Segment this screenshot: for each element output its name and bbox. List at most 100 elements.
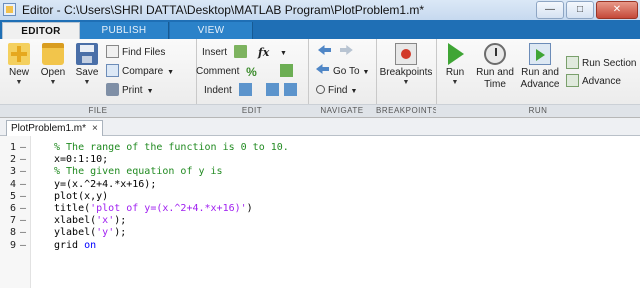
breakpoint-marker[interactable]: –	[20, 142, 26, 154]
run-section-label-bar: RUN	[436, 104, 640, 117]
insert-button[interactable]: Insert	[202, 44, 250, 61]
minimize-button[interactable]: —	[536, 1, 564, 19]
line-number: 2	[9, 154, 16, 166]
code-line[interactable]: 2– x=0:1:10;	[0, 154, 640, 166]
find-button[interactable]: Find ▼	[316, 83, 357, 99]
code-text: plot(x,y)	[54, 191, 108, 203]
save-button[interactable]: Save ▼	[70, 43, 104, 103]
line-number: 4	[9, 178, 16, 190]
chevron-down-icon: ▼	[350, 88, 358, 95]
code-line[interactable]: 1– % The range of the function is 0 to 10…	[0, 142, 640, 154]
back-forward-buttons[interactable]	[318, 45, 353, 61]
file-section-label: FILE	[0, 104, 196, 117]
advance-label: Advance	[582, 76, 621, 87]
code-text: ylabel('y');	[54, 227, 126, 239]
line-number: 5	[9, 190, 16, 202]
code-line[interactable]: 4– y=(x.^2+4.*x+16);	[0, 179, 640, 191]
tab-publish[interactable]: PUBLISH	[80, 22, 169, 39]
code-line[interactable]: 6– title('plot of y=(x.^2+4.*x+16)')	[0, 203, 640, 215]
advance-button[interactable]: Advance	[566, 73, 621, 90]
breakpoint-marker[interactable]: –	[20, 240, 26, 252]
breakpoint-marker[interactable]: –	[20, 191, 26, 203]
compare-button[interactable]: Compare ▼	[106, 63, 175, 80]
indent-label: Indent	[204, 85, 232, 96]
advance-icon	[566, 73, 579, 87]
code-comment: % The range of the function is 0 to 10.	[54, 142, 289, 153]
run-and-time-button[interactable]: Run and Time	[474, 43, 516, 103]
compare-icon	[106, 63, 119, 77]
code-line[interactable]: 5– plot(x,y)	[0, 191, 640, 203]
code-line[interactable]: 7– xlabel('x');	[0, 215, 640, 227]
magnifier-icon	[316, 84, 325, 94]
run-and-advance-label-1: Run and	[521, 67, 559, 78]
code-token: plot(x,y)	[54, 190, 109, 202]
edit-section-label: EDIT	[196, 104, 308, 117]
maximize-button[interactable]: □	[566, 1, 594, 19]
code-token: );	[114, 215, 127, 227]
find-files-label: Find Files	[122, 47, 166, 58]
print-button[interactable]: Print ▼	[106, 82, 154, 99]
code-text: grid on	[54, 240, 96, 252]
comment-label: Comment	[196, 66, 240, 77]
code-text: % The range of the function is 0 to 10.	[54, 142, 289, 154]
close-button[interactable]: ✕	[596, 1, 638, 19]
breakpoints-label: Breakpoints	[379, 67, 433, 78]
chevron-down-icon: ▼	[167, 69, 175, 76]
document-tab-label: PlotProblem1.m*	[11, 123, 87, 134]
run-section-button[interactable]: Run Section	[566, 55, 636, 72]
insert-options-button[interactable]: ▼	[280, 45, 287, 61]
code-token: )	[246, 203, 253, 214]
line-number: 3	[9, 166, 16, 178]
navigate-section-label: NAVIGATE	[308, 104, 376, 117]
breakpoints-section: Breakpoints ▼ BREAKPOINTS	[376, 39, 439, 117]
new-file-icon	[8, 43, 30, 65]
indent-button[interactable]: Indent	[204, 82, 255, 99]
find-files-icon	[106, 44, 119, 58]
uncomment-button[interactable]	[280, 63, 296, 80]
ribbon-tab-bar: EDITOR PUBLISH VIEW	[0, 20, 640, 40]
run-and-advance-button[interactable]: Run and Advance	[518, 43, 562, 103]
tab-editor[interactable]: EDITOR	[2, 22, 80, 40]
breakpoint-marker[interactable]: –	[20, 166, 26, 178]
go-to-label: Go To	[333, 66, 360, 77]
code-string: 'plot of y=(x.^2+4.*x+16)'	[90, 203, 247, 214]
document-tab[interactable]: PlotProblem1.m* ×	[6, 120, 103, 136]
go-to-button[interactable]: Go To ▼	[316, 64, 369, 80]
printer-icon	[106, 82, 119, 96]
folder-icon	[42, 43, 64, 65]
insert-function-button[interactable]: fx	[258, 45, 274, 61]
code-line[interactable]: 9– grid on	[0, 240, 640, 252]
run-button[interactable]: Run ▼	[438, 43, 472, 103]
chevron-down-icon: ▼	[451, 79, 459, 86]
run-section-icon	[566, 55, 579, 69]
code-keyword: on	[84, 239, 97, 251]
code-editor[interactable]: 1–% The range of the function is 0 to 10…	[0, 136, 640, 288]
run-and-time-label-2: Time	[484, 79, 506, 90]
find-files-button[interactable]: Find Files	[106, 44, 166, 61]
close-tab-icon[interactable]: ×	[92, 123, 98, 134]
chevron-down-icon: ▼	[15, 79, 23, 86]
code-token: ylabel(	[54, 227, 97, 239]
breakpoint-marker[interactable]: –	[20, 227, 26, 239]
breakpoint-marker[interactable]: –	[20, 203, 26, 215]
breakpoints-section-label: BREAKPOINTS	[376, 104, 439, 117]
breakpoints-button[interactable]: Breakpoints ▼	[379, 43, 433, 103]
code-line[interactable]: 8– ylabel('y');	[0, 227, 640, 239]
decrease-indent-icon	[284, 82, 297, 96]
breakpoint-marker[interactable]: –	[20, 179, 26, 191]
new-button[interactable]: New ▼	[2, 43, 36, 103]
tab-view[interactable]: VIEW	[170, 22, 253, 39]
code-text: % The given equation of y is	[54, 166, 223, 178]
document-tab-strip: PlotProblem1.m* ×	[0, 118, 640, 136]
window-title: Editor - C:\Users\SHRI DATTA\Desktop\MAT…	[22, 3, 425, 17]
insert-icon	[233, 44, 247, 58]
increase-indent-button[interactable]	[266, 82, 282, 99]
code-line[interactable]: 3– % The given equation of y is	[0, 166, 640, 178]
decrease-indent-button[interactable]	[284, 82, 300, 99]
comment-button[interactable]: Comment %	[196, 64, 262, 80]
breakpoint-marker[interactable]: –	[20, 215, 26, 227]
breakpoint-marker[interactable]: –	[20, 154, 26, 166]
ribbon: New ▼ Open ▼ Save ▼ Find Files Compare ▼ …	[0, 39, 640, 118]
navigate-section: Go To ▼ Find ▼ NAVIGATE	[308, 39, 377, 117]
open-button[interactable]: Open ▼	[36, 43, 70, 103]
